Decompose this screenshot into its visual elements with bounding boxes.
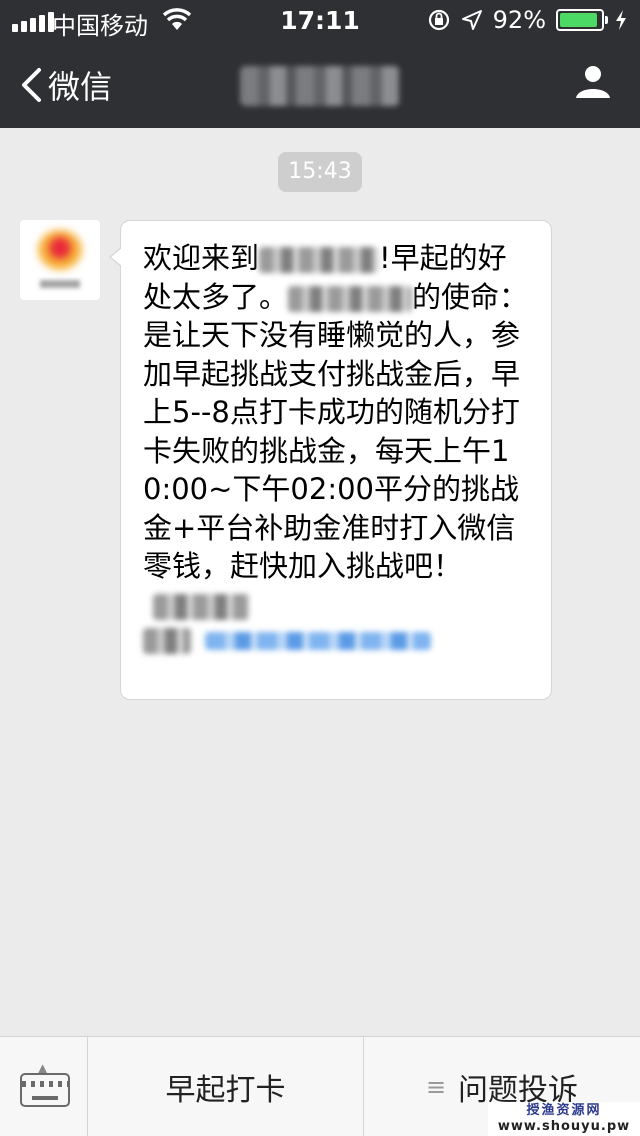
keyboard-toggle-button[interactable]: ▲ bbox=[0, 1037, 88, 1136]
location-icon bbox=[461, 10, 482, 30]
redacted-text bbox=[153, 593, 249, 620]
menu-label-checkin: 早起打卡 bbox=[165, 1073, 286, 1108]
status-bar: 中国移动 17:11 92% bbox=[0, 0, 640, 40]
message-part3: 的使命：是让天下没有睡懒觉的人，参加早起挑战支付挑战金后，早上5--8点打卡成功… bbox=[143, 279, 529, 584]
message-text: 欢迎来到 !早起的好处太多了。 的使命：是让天下没有睡懒觉的人，参加早起挑战支付挑战… bbox=[143, 239, 531, 654]
nav-bar: 微信 bbox=[0, 40, 640, 128]
watermark: 授渔资源网 www.shouyu.pw bbox=[488, 1102, 640, 1136]
person-icon bbox=[576, 66, 610, 98]
chevron-left-icon bbox=[22, 68, 41, 102]
battery-percent: 92% bbox=[492, 6, 546, 34]
back-button[interactable]: 微信 bbox=[20, 62, 112, 108]
redacted-text bbox=[143, 628, 191, 654]
keyboard-icon bbox=[20, 1073, 70, 1107]
avatar-label-redacted bbox=[40, 280, 80, 288]
top-bar: 中国移动 17:11 92% 微信 bbox=[0, 0, 640, 128]
bottom-menu-bar: ▲ 早起打卡 ≡ 问题投诉 授渔资源网 www.shouyu.pw bbox=[0, 1036, 640, 1136]
watermark-line2: www.shouyu.pw bbox=[497, 1119, 631, 1134]
redacted-link[interactable] bbox=[205, 632, 431, 650]
rotation-lock-icon bbox=[428, 9, 449, 31]
message-bubble[interactable]: 欢迎来到 !早起的好处太多了。 的使命：是让天下没有睡懒觉的人，参加早起挑战支付挑战… bbox=[109, 220, 552, 700]
link-line bbox=[143, 628, 531, 654]
redacted-name bbox=[259, 247, 380, 273]
status-right: 92% bbox=[427, 6, 628, 34]
profile-button[interactable] bbox=[574, 62, 612, 104]
avatar-logo bbox=[38, 230, 82, 270]
back-label: 微信 bbox=[48, 68, 113, 106]
sender-avatar[interactable] bbox=[20, 220, 100, 300]
watermark-line1: 授渔资源网 bbox=[526, 1103, 602, 1118]
menu-button-checkin[interactable]: 早起打卡 bbox=[88, 1037, 364, 1136]
message-part1: 欢迎来到 bbox=[143, 241, 260, 275]
message-timestamp: 15:43 bbox=[278, 152, 362, 192]
menu-lines-icon: ≡ bbox=[425, 1073, 447, 1101]
chat-area[interactable]: 15:43 欢迎来到 !早起的好处太多了。 的使命：是让天下没有睡懒觉的人，参加早起… bbox=[0, 128, 640, 1036]
charging-icon bbox=[616, 10, 626, 30]
battery-icon bbox=[556, 9, 608, 31]
chat-title-redacted bbox=[240, 66, 400, 106]
redacted-name bbox=[288, 285, 413, 312]
